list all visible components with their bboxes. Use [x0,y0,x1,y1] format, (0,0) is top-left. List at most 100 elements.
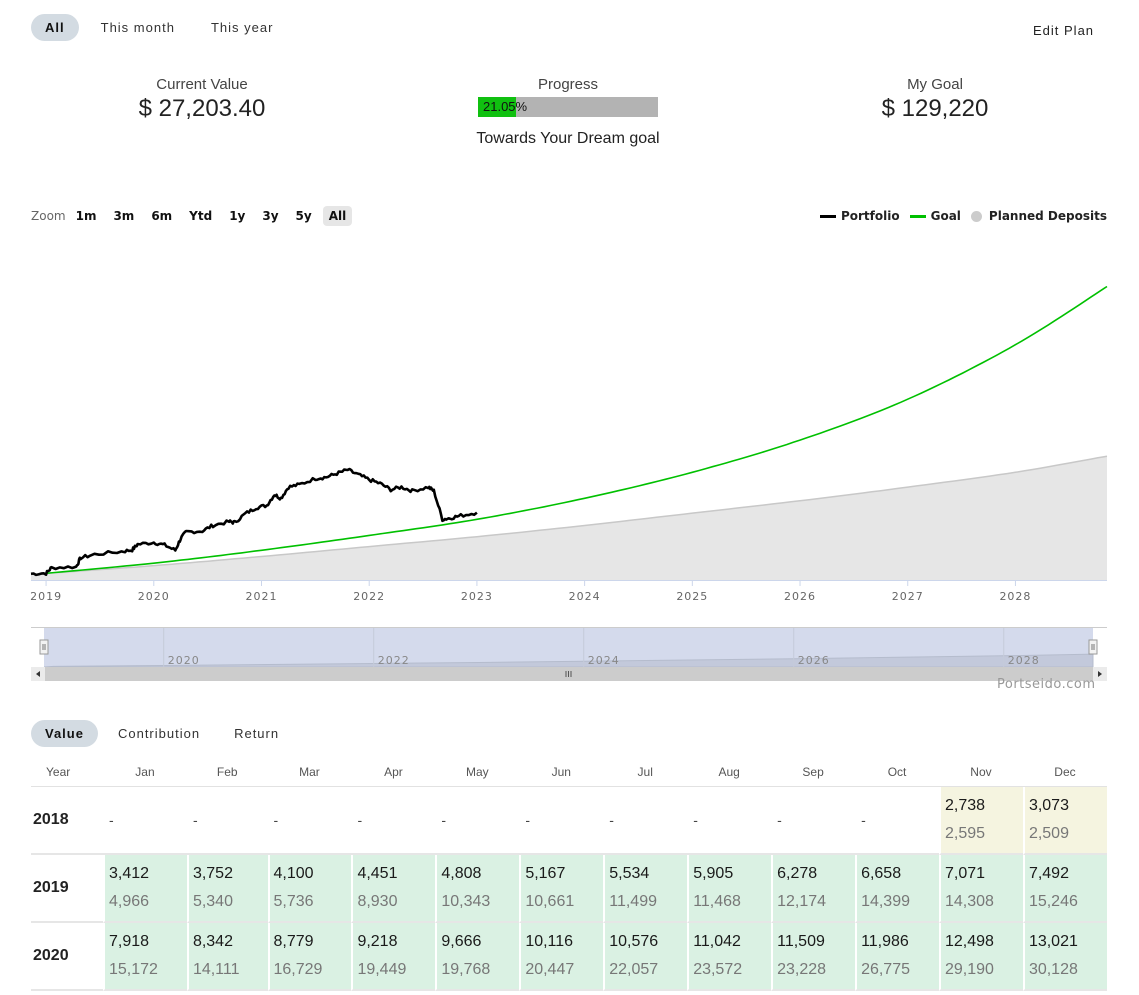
column-header-jul: Jul [603,758,688,787]
cell-primary-value: 8,342 [192,933,233,950]
month-cell[interactable]: 4,100 5,736 [267,855,352,923]
empty-cell: - [435,787,520,855]
month-cell[interactable]: 10,576 22,057 [603,923,688,991]
month-cell[interactable]: 6,278 12,174 [771,855,856,923]
month-cell[interactable]: 3,073 2,509 [1022,787,1107,855]
cell-secondary-value: 14,308 [945,893,994,910]
goal-value: $ 129,220 [881,95,989,122]
tab-contribution[interactable]: Contribution [104,720,214,747]
zoom-3m-button[interactable]: 3m [107,206,140,226]
zoom-1m-button[interactable]: 1m [70,206,103,226]
month-cell[interactable]: 9,218 19,449 [351,923,436,991]
cell-primary-value: 3,412 [109,865,150,882]
row-year: 2020 [31,923,103,991]
cell-primary-value: 7,918 [109,933,150,950]
cell-secondary-value: 26,775 [861,961,910,978]
column-header-feb: Feb [186,758,268,787]
month-cell[interactable]: 7,492 15,246 [1022,855,1107,923]
legend-planned-deposits[interactable]: Planned Deposits [970,209,1107,223]
zoom-selector: Zoom 1m 3m 6m Ytd 1y 3y 5y All [31,206,357,226]
scroll-left-arrow-icon[interactable] [31,667,45,681]
month-cell[interactable]: 5,534 11,499 [603,855,688,923]
navigator-handle-right[interactable] [1088,639,1098,655]
cell-primary-value: 10,116 [525,933,574,950]
month-cell[interactable]: 5,167 10,661 [519,855,604,923]
month-cell[interactable]: 11,509 23,228 [771,923,856,991]
month-cell[interactable]: 3,752 5,340 [186,855,268,923]
tab-all[interactable]: All [31,14,79,41]
month-cell[interactable]: 10,116 20,447 [519,923,604,991]
month-cell[interactable]: 12,498 29,190 [939,923,1023,991]
navigator-handle-left[interactable] [39,639,49,655]
column-header-dec: Dec [1022,758,1107,787]
month-cell[interactable]: 8,342 14,111 [186,923,268,991]
row-year: 2019 [31,855,103,923]
tab-this-year[interactable]: This year [197,14,287,41]
month-cell[interactable]: 6,658 14,399 [855,855,939,923]
month-cell[interactable]: 4,808 10,343 [435,855,520,923]
zoom-1y-button[interactable]: 1y [223,206,251,226]
empty-cell: - [519,787,604,855]
progress-percent: 21.05% [483,99,528,114]
x-tick-label: 2027 [892,590,924,603]
month-cell[interactable]: 11,986 26,775 [855,923,939,991]
zoom-3y-button[interactable]: 3y [256,206,284,226]
cell-primary-value: 5,534 [609,865,650,882]
month-cell[interactable]: 3,412 4,966 [103,855,187,923]
cell-primary-value: 2,738 [945,797,986,814]
progress-caption: Towards Your Dream goal [476,130,660,147]
empty-cell: - [186,787,268,855]
navigator-tick-label: 2026 [798,654,830,667]
edit-plan-button[interactable]: Edit Plan [1033,23,1094,38]
legend-portfolio[interactable]: Portfolio [819,209,900,223]
month-cell[interactable]: 9,666 19,768 [435,923,520,991]
progress-stat: Progress 21.05% Towards Your Dream goal [458,76,678,148]
cell-secondary-value: 10,343 [441,893,491,910]
column-header-may: May [435,758,520,787]
chart-navigator[interactable]: 2020 2022 2024 2026 2028 [0,620,1139,685]
month-cell[interactable]: 5,905 11,468 [687,855,772,923]
navigator-tick-label: 2020 [168,654,200,667]
goal-chart: 2019 2020 2021 2022 2023 2024 2025 2026 2027 2028 [30,285,1108,603]
column-header-aug: Aug [687,758,772,787]
column-header-year: Year [31,758,103,787]
cell-primary-value: 10,576 [609,933,659,950]
tab-this-month[interactable]: This month [87,14,189,41]
month-cell[interactable]: 4,451 8,930 [351,855,436,923]
month-cell[interactable]: 13,021 30,128 [1022,923,1107,991]
column-header-jun: Jun [519,758,604,787]
cell-secondary-value: 11,499 [609,893,657,910]
x-tick-label: 2028 [999,590,1031,603]
legend-portfolio-swatch-icon [819,214,836,218]
cell-secondary-value: 2,509 [1028,825,1069,842]
month-cell[interactable]: 11,042 23,572 [687,923,772,991]
legend-goal-swatch-icon [909,214,926,218]
x-tick-label: 2025 [676,590,708,603]
zoom-6m-button[interactable]: 6m [145,206,178,226]
legend-goal[interactable]: Goal [909,209,961,223]
tab-value[interactable]: Value [31,720,98,747]
month-cell[interactable]: 8,779 16,729 [267,923,352,991]
goal-label: My Goal [907,76,963,93]
goal-stat: My Goal $ 129,220 [835,76,1035,123]
cell-primary-value: 9,666 [441,933,482,950]
empty-cell: - [855,787,939,855]
cell-primary-value: 13,021 [1028,933,1078,950]
zoom-ytd-button[interactable]: Ytd [183,206,218,226]
cell-primary-value: 7,071 [945,865,986,882]
cell-secondary-value: 15,172 [109,961,158,978]
zoom-5y-button[interactable]: 5y [290,206,318,226]
zoom-all-button[interactable]: All [322,206,353,226]
cell-secondary-value: 22,057 [609,961,659,978]
month-cell[interactable]: 7,071 14,308 [939,855,1023,923]
cell-secondary-value: 5,736 [273,893,314,910]
empty-cell: - [687,787,772,855]
period-tabs: All This month This year [31,14,295,41]
column-header-sep: Sep [771,758,856,787]
month-cell[interactable]: 2,738 2,595 [939,787,1023,855]
tab-return[interactable]: Return [220,720,293,747]
month-cell[interactable]: 7,918 15,172 [103,923,187,991]
cell-primary-value: 11,509 [777,933,825,950]
table-tabs: Value Contribution Return [31,720,299,747]
column-header-mar: Mar [267,758,352,787]
